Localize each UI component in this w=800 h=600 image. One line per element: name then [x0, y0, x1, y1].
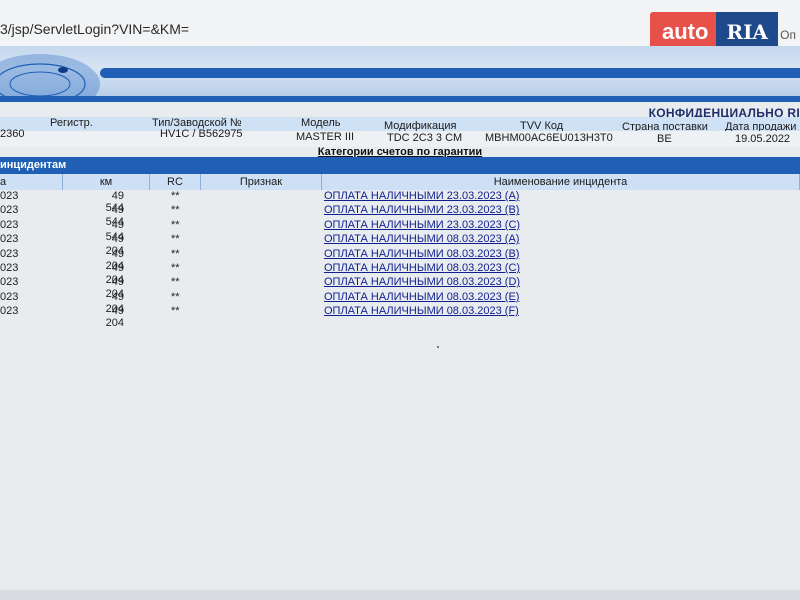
row-rc: **: [171, 276, 180, 289]
banner-stripe: [100, 68, 800, 78]
url-text[interactable]: 3/jsp/ServletLogin?VIN=&KM=: [0, 21, 189, 37]
row-date: 023: [0, 290, 19, 303]
row-date: 023: [0, 276, 19, 289]
col-date: а: [0, 174, 63, 190]
row-rc: **: [171, 247, 180, 260]
vehicle-modification: TDC 2C3 3 CM: [387, 132, 463, 144]
table-row: 023 49 204 ** ОПЛАТА НАЛИЧНЫМИ 08.03.202…: [0, 233, 800, 257]
incident-link[interactable]: ОПЛАТА НАЛИЧНЫМИ 08.03.2023 (F): [324, 305, 519, 317]
row-date: 023: [0, 305, 19, 318]
row-rc: **: [171, 290, 180, 303]
incidents-table-body: 023 49 544 ** ОПЛАТА НАЛИЧНЫМИ 23.03.202…: [0, 190, 800, 329]
header-model: Модель: [301, 117, 341, 129]
section-title: инцидентам: [0, 159, 67, 171]
row-rc: **: [171, 233, 180, 246]
row-km: 49 204: [105, 305, 124, 330]
vehicle-info-values: 2360 HV1C / B562975 MASTER III TDC 2C3 3…: [0, 128, 800, 147]
row-date: 023: [0, 233, 19, 246]
col-sign: Признак: [201, 174, 322, 190]
incident-link[interactable]: ОПЛАТА НАЛИЧНЫМИ 23.03.2023 (A): [324, 190, 519, 202]
incident-link[interactable]: ОПЛАТА НАЛИЧНЫМИ 23.03.2023 (C): [324, 219, 520, 231]
app-banner: [0, 46, 800, 96]
table-row: 023 49 544 ** ОПЛАТА НАЛИЧНЫМИ 23.03.202…: [0, 204, 800, 228]
incident-link[interactable]: ОПЛАТА НАЛИЧНЫМИ 08.03.2023 (A): [324, 233, 519, 245]
incidents-table-header: а км RC Признак Наименование инцидента: [0, 174, 800, 190]
col-rc: RC: [150, 174, 201, 190]
vehicle-model: MASTER III: [296, 131, 355, 143]
header-registration: Регистр.: [50, 117, 93, 129]
table-row: 023 49 204 ** ОПЛАТА НАЛИЧНЫМИ 08.03.202…: [0, 247, 800, 272]
table-row: 023 49 204 ** ОПЛАТА НАЛИЧНЫМИ 08.03.202…: [0, 290, 800, 315]
vehicle-type-factory: HV1C / B562975: [160, 128, 243, 140]
table-row: 023 49 204 ** ОПЛАТА НАЛИЧНЫМИ 08.03.202…: [0, 305, 800, 329]
row-rc: **: [171, 190, 180, 202]
incident-link[interactable]: ОПЛАТА НАЛИЧНЫМИ 08.03.2023 (B): [324, 248, 519, 260]
table-row: 023 49 204 ** ОПЛАТА НАЛИЧНЫМИ 08.03.202…: [0, 261, 800, 286]
vehicle-sale-date: 19.05.2022: [735, 133, 791, 145]
table-row: 023 49 204 ** ОПЛАТА НАЛИЧНЫМИ 08.03.202…: [0, 276, 800, 300]
taskbar: [0, 590, 800, 600]
row-date: 023: [0, 218, 19, 231]
vehicle-tvv: MBHM00AC6EU013H3T0: [485, 132, 613, 144]
row-rc: **: [171, 218, 180, 231]
table-row: 023 49 544 ** ОПЛАТА НАЛИЧНЫМИ 23.03.202…: [0, 190, 800, 214]
incident-link[interactable]: ОПЛАТА НАЛИЧНЫМИ 08.03.2023 (E): [324, 291, 519, 303]
row-rc: **: [171, 305, 180, 318]
row-date: 023: [0, 204, 19, 217]
row-date: 023: [0, 247, 19, 260]
col-km: км: [63, 174, 150, 190]
vehicle-id: 2360: [0, 128, 25, 140]
row-rc: **: [171, 261, 180, 274]
incidents-section-header: инцидентам: [0, 157, 800, 174]
row-date: 023: [0, 261, 19, 274]
col-incident-name: Наименование инцидента: [322, 174, 800, 190]
stray-dot: [437, 346, 439, 348]
incident-link[interactable]: ОПЛАТА НАЛИЧНЫМИ 08.03.2023 (D): [324, 276, 520, 288]
incident-link[interactable]: ОПЛАТА НАЛИЧНЫМИ 23.03.2023 (B): [324, 204, 519, 216]
globe-logo-icon: [0, 54, 100, 96]
row-date: 023: [0, 190, 19, 202]
vehicle-info-header: Регистр. Тип/Заводской № Модель Модифика…: [0, 117, 800, 133]
table-row: 023 49 544 ** ОПЛАТА НАЛИЧНЫМИ 23.03.202…: [0, 218, 800, 243]
vehicle-country: BE: [657, 133, 672, 145]
row-rc: **: [171, 204, 180, 217]
incident-link[interactable]: ОПЛАТА НАЛИЧНЫМИ 08.03.2023 (C): [324, 262, 520, 274]
top-band: [0, 96, 800, 102]
